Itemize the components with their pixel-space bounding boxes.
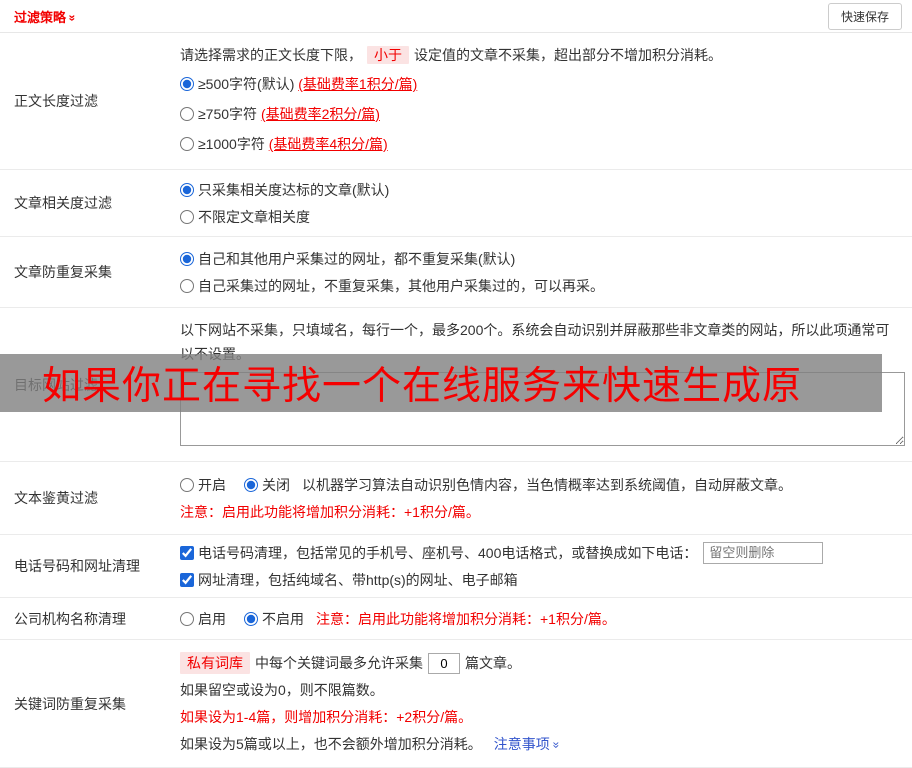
- dedup-option-self: 自己采集过的网址，不重复采集，其他用户采集过的，可以再采。: [180, 272, 904, 299]
- row-phone-cleanup: 电话号码和网址清理 电话号码清理，包括常见的手机号、座机号、400电话格式，或替…: [0, 535, 912, 598]
- notes-chevron-down-icon: »: [549, 741, 564, 749]
- company-off-radio[interactable]: [244, 611, 258, 626]
- porn-on-label: 开启: [198, 476, 226, 493]
- length-option-1000-radio[interactable]: [180, 137, 194, 151]
- length-option-750: ≥750字符 (基础费率2积分/篇): [180, 99, 904, 129]
- quick-save-button[interactable]: 快速保存: [827, 2, 902, 30]
- porn-filter-options: 开启 关闭 以机器学习算法自动识别色情内容，当色情概率达到系统阈值，自动屏蔽文章…: [180, 471, 904, 498]
- company-cleanup-label: 公司机构名称清理: [14, 610, 126, 627]
- replacement-phone-input[interactable]: [703, 541, 824, 564]
- page-title-label: 过滤策略: [14, 9, 67, 25]
- keyword-max-count-input[interactable]: [428, 652, 460, 674]
- site-filter-label: 目标网站过滤: [14, 376, 98, 393]
- row-company-cleanup: 公司机构名称清理 启用 不启用 注意：启用此功能将增加积分消耗：+1积分/篇。: [0, 598, 912, 640]
- url-cleanup-option: 网址清理，包括纯域名、带http(s)的网址、电子邮箱: [180, 566, 904, 593]
- dedup-option-all: 自己和其他用户采集过的网址，都不重复采集(默认): [180, 245, 904, 272]
- company-on-label: 启用: [198, 610, 226, 627]
- row-length-filter: 正文长度过滤 请选择需求的正文长度下限， 小于 设定值的文章不采集，超出部分不增加积…: [0, 33, 912, 170]
- keyword-dedup-line3: 如果设为1-4篇，则增加积分消耗：+2积分/篇。: [180, 709, 473, 725]
- page-title[interactable]: 过滤策略»: [14, 7, 80, 26]
- length-option-1000: ≥1000字符 (基础费率4积分/篇): [180, 129, 904, 159]
- relevance-option-strict: 只采集相关度达标的文章(默认): [180, 176, 904, 203]
- length-option-750-label: ≥750字符: [198, 106, 258, 122]
- row-keyword-dedup: 关键词防重复采集 私有词库 中每个关键词最多允许采集 篇文章。 如果留空或设为0…: [0, 640, 912, 768]
- row-dedup-filter: 文章防重复采集 自己和其他用户采集过的网址，都不重复采集(默认) 自己采集过的网…: [0, 237, 912, 308]
- porn-off-radio[interactable]: [244, 477, 258, 492]
- site-filter-desc: 以下网站不采集，只填域名，每行一个，最多200个。系统会自动识别并屏蔽那些非文章…: [180, 322, 890, 362]
- phone-cleanup-label: 电话号码和网址清理: [14, 558, 140, 574]
- porn-off-label: 关闭: [262, 476, 290, 493]
- url-cleanup-checkbox[interactable]: [180, 572, 194, 587]
- length-option-750-note[interactable]: (基础费率2积分/篇): [261, 104, 380, 124]
- private-thesaurus-highlight: 私有词库: [180, 652, 250, 674]
- keyword-dedup-line1: 私有词库 中每个关键词最多允许采集 篇文章。: [180, 650, 904, 677]
- relevance-option-any: 不限定文章相关度: [180, 203, 904, 230]
- length-filter-label: 正文长度过滤: [14, 93, 98, 109]
- phone-cleanup-option: 电话号码清理，包括常见的手机号、座机号、400电话格式，或替换成如下电话：: [180, 539, 904, 566]
- relevance-option-any-radio[interactable]: [180, 209, 194, 224]
- phone-cleanup-checkbox[interactable]: [180, 545, 194, 560]
- length-option-1000-note[interactable]: (基础费率4积分/篇): [269, 134, 388, 154]
- keyword-dedup-line2: 如果留空或设为0，则不限篇数。: [180, 682, 384, 698]
- keyword-dedup-line4: 如果设为5篇或以上，也不会额外增加积分消耗。 注意事项»: [180, 734, 564, 754]
- row-porn-filter: 文本鉴黄过滤 开启 关闭 以机器学习算法自动识别色情内容，当色情概率达到系统阈值…: [0, 462, 912, 535]
- porn-filter-desc: 以机器学习算法自动识别色情内容，当色情概率达到系统阈值，自动屏蔽文章。: [302, 476, 792, 493]
- dedup-filter-label: 文章防重复采集: [14, 264, 112, 280]
- chevron-down-icon: »: [65, 14, 80, 21]
- notes-link[interactable]: 注意事项»: [494, 734, 564, 754]
- dedup-option-self-radio[interactable]: [180, 278, 194, 293]
- row-site-filter: 目标网站过滤 以下网站不采集，只填域名，每行一个，最多200个。系统会自动识别并…: [0, 308, 912, 462]
- company-on-radio[interactable]: [180, 611, 194, 626]
- porn-filter-note: 注意：启用此功能将增加积分消耗：+1积分/篇。: [180, 503, 480, 520]
- relevance-filter-label: 文章相关度过滤: [14, 195, 112, 211]
- length-option-500-label: ≥500字符(默认): [198, 76, 295, 92]
- dedup-option-all-radio[interactable]: [180, 251, 194, 266]
- site-filter-textarea[interactable]: [180, 372, 905, 446]
- length-option-1000-label: ≥1000字符: [198, 136, 265, 152]
- less-than-highlight: 小于: [367, 46, 409, 64]
- company-off-label: 不启用: [262, 610, 304, 627]
- company-cleanup-options: 启用 不启用 注意：启用此功能将增加积分消耗：+1积分/篇。: [180, 605, 904, 632]
- length-option-500: ≥500字符(默认) (基础费率1积分/篇): [180, 69, 904, 99]
- header: 过滤策略» 快速保存: [0, 0, 912, 33]
- length-option-500-radio[interactable]: [180, 77, 194, 91]
- porn-filter-label: 文本鉴黄过滤: [14, 490, 98, 506]
- length-filter-desc: 请选择需求的正文长度下限， 小于 设定值的文章不采集，超出部分不增加积分消耗。: [180, 46, 722, 64]
- length-option-750-radio[interactable]: [180, 107, 194, 121]
- relevance-option-strict-radio[interactable]: [180, 182, 194, 197]
- row-relevance-filter: 文章相关度过滤 只采集相关度达标的文章(默认) 不限定文章相关度: [0, 170, 912, 237]
- length-option-500-note[interactable]: (基础费率1积分/篇): [298, 74, 417, 94]
- keyword-dedup-label: 关键词防重复采集: [14, 695, 126, 712]
- porn-on-radio[interactable]: [180, 477, 194, 492]
- company-cleanup-note: 注意：启用此功能将增加积分消耗：+1积分/篇。: [316, 610, 616, 627]
